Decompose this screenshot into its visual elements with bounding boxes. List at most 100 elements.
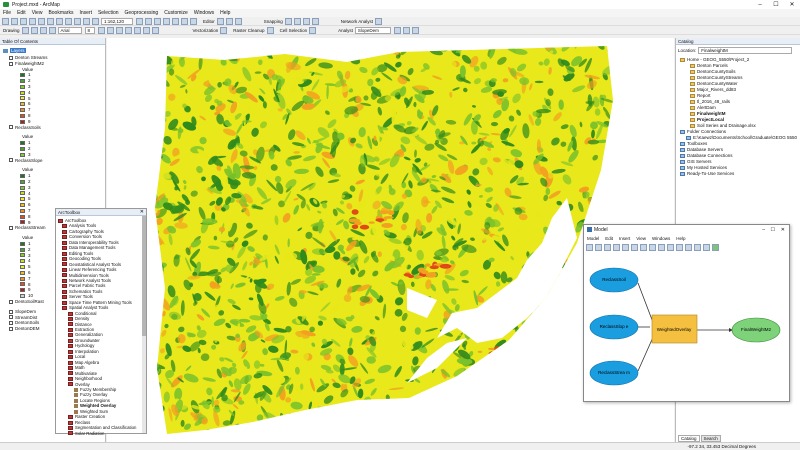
catalog-item[interactable]: ProjectLocal [690,117,724,122]
menu-edit[interactable]: Edit [17,10,26,16]
analyst-layer-select[interactable]: SlopeDem [354,26,391,34]
toolbox-item[interactable]: Distance [68,322,92,327]
font-color-icon[interactable] [124,26,132,34]
python-icon[interactable] [181,17,188,25]
location-select[interactable]: FinalweightM [698,47,793,54]
table-of-contents-icon[interactable] [145,17,152,25]
select-elements-icon[interactable] [21,26,29,34]
model-menu-edit[interactable]: Edit [605,236,613,241]
font-size-select[interactable]: 8 [84,26,95,34]
select-icon[interactable] [667,243,674,251]
save-icon[interactable] [20,17,27,25]
toolbox-item[interactable]: Spatial Analyst Tools [62,305,108,310]
toc-layer-dentondem[interactable]: DentonDEM [9,326,40,331]
checkbox-icon[interactable] [9,55,13,60]
zoom-out-icon[interactable] [649,243,656,251]
pan-icon[interactable] [658,243,665,251]
end-snap-icon[interactable] [293,17,301,25]
toolbox-item[interactable]: Network Analyst Tools [62,278,111,283]
scrollbar[interactable] [142,216,146,433]
toc-layer-dentonsoils[interactable]: DentonSoils [9,320,39,325]
sketch-tool-icon[interactable] [225,17,233,25]
vertex-tool-icon[interactable] [234,17,242,25]
toolbox-item[interactable]: Conditional [68,311,97,316]
checkbox-icon[interactable] [9,299,13,304]
model-menu-help[interactable]: Help [676,236,685,241]
menu-help[interactable]: Help [220,10,230,16]
menu-view[interactable]: View [32,10,43,16]
toolbox-item[interactable]: Editing Tools [62,251,93,256]
menu-insert[interactable]: Insert [79,10,92,16]
save-icon[interactable] [586,243,593,251]
toolbox-item[interactable]: Extraction [68,327,94,332]
catalog-item[interactable]: tl_2016_48_rails [690,99,730,104]
toc-layer-dentosoilrast[interactable]: DentoSoilRast [9,299,44,304]
checkbox-icon[interactable] [9,321,13,326]
toolbox-item[interactable]: Weighted Overlay [74,403,116,408]
catalog-item[interactable]: Folder Connections [680,129,726,134]
auto-layout-icon[interactable] [694,243,701,251]
paste-icon[interactable] [56,17,63,25]
toolbox-item[interactable]: Generalization [68,332,103,337]
toolbox-item[interactable]: Geostatistical Analyst Tools [62,262,121,267]
cut-icon[interactable] [604,243,611,251]
catalog-item[interactable]: Database Servers [680,147,723,152]
open-icon[interactable] [11,17,18,25]
menu-geoprocessing[interactable]: Geoprocessing [125,10,159,16]
modelbuilder-icon[interactable] [190,17,197,25]
edit-tool-icon[interactable] [216,17,224,25]
scale-select[interactable]: 1:162,120 [101,17,133,25]
raster-cleanup-icon[interactable] [266,26,274,34]
toolbox-item[interactable]: Hydrology [68,343,94,348]
layers-root[interactable]: Layers [3,48,26,53]
toolbox-item[interactable]: Analysis Tools [62,223,96,228]
menu-file[interactable]: File [3,10,11,16]
undo-icon[interactable] [74,17,81,25]
catalog-item[interactable]: DentonCountyStreams [690,75,743,80]
toolbox-item[interactable]: Local [68,354,85,359]
toolbox-item[interactable]: Space Time Pattern Mining Tools [62,300,132,305]
toc-layer-streamdist[interactable]: StreamDist [9,315,37,320]
model-menu-windows[interactable]: Windows [652,236,670,241]
italic-icon[interactable] [106,26,114,34]
toolbox-item[interactable]: Interpolation [68,349,99,354]
toolbox-item[interactable]: Geocoding Tools [62,256,101,261]
catalog-item[interactable]: Database Connections [680,153,733,158]
search-icon[interactable] [163,17,170,25]
toc-layer-reclassslope[interactable]: ReclassSlope [9,158,43,163]
toolbox-item[interactable]: Multidimension Tools [62,273,109,278]
snapping-label[interactable]: Snapping [264,19,283,24]
connect-icon[interactable] [685,243,692,251]
toolbox-item[interactable]: Neighborhood [68,376,102,381]
catalog-item[interactable]: Soil Series and Drainage.xlsx [690,123,756,128]
cut-icon[interactable] [38,17,45,25]
toolbox-item[interactable]: Groundwater [68,338,100,343]
catalog-item[interactable]: My Hosted Services [680,165,727,170]
paste-icon[interactable] [622,243,629,251]
menu-bookmarks[interactable]: Bookmarks [48,10,73,16]
delete-icon[interactable] [631,243,638,251]
catalog-item[interactable]: Ready-To-Use Services [680,171,734,176]
editor-toolbar-icon[interactable] [136,17,143,25]
toolbox-item[interactable]: Overlay [68,382,90,387]
toolbox-item[interactable]: Weighted Sum [74,409,108,414]
vectorization-label[interactable]: Vectorization [193,28,219,33]
model-menu-model[interactable]: Model [587,236,599,241]
validate-icon[interactable] [703,243,710,251]
close-icon[interactable]: ✕ [784,0,800,9]
analyst-label[interactable]: Analyst [338,28,353,33]
toolbox-item[interactable]: Schematics Tools [62,289,102,294]
vectorization-icon[interactable] [220,26,228,34]
toc-layer-finalweightm2[interactable]: FinalweightM2 [9,61,44,66]
catalog-item[interactable]: Denton Parcels [690,63,728,68]
close-icon[interactable]: ✕ [781,227,785,233]
add-data-icon[interactable] [92,17,99,25]
catalog-item[interactable]: Major_Rivers_dd83 [690,87,736,92]
catalog-item[interactable]: Report [690,93,711,98]
menu-windows[interactable]: Windows [194,10,214,16]
redo-icon[interactable] [83,17,90,25]
checkbox-icon[interactable] [9,315,13,320]
run-icon[interactable] [712,243,719,251]
arctoolbox-icon[interactable] [172,17,179,25]
close-icon[interactable]: ✕ [140,209,144,215]
